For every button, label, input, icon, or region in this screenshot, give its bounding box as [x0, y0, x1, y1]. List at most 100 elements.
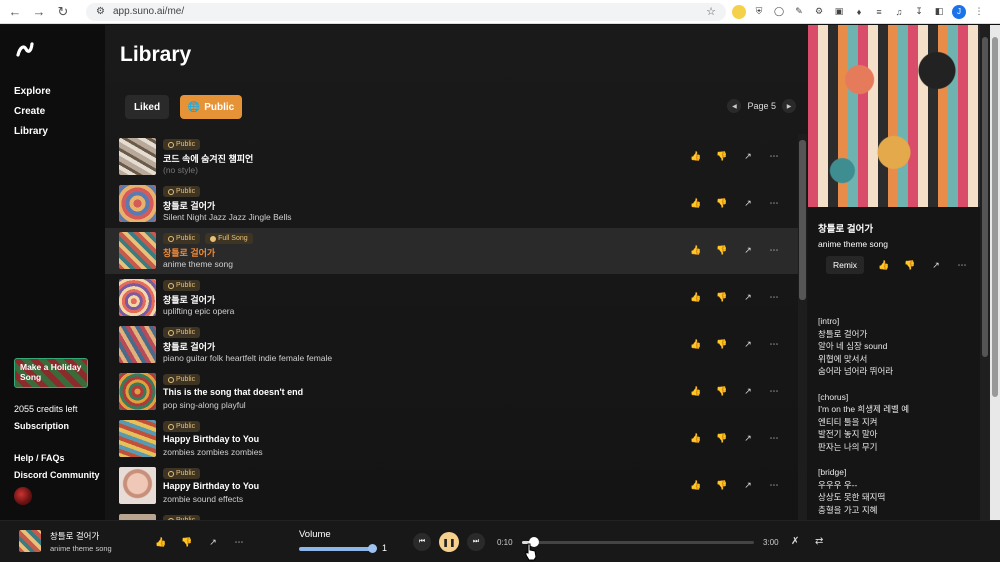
user-avatar[interactable] — [14, 487, 32, 505]
make-holiday-song-button[interactable]: Make a Holiday Song — [14, 358, 88, 388]
pause-button[interactable]: ❚❚ — [439, 532, 459, 552]
like-icon[interactable]: 👍 — [690, 150, 702, 162]
share-icon[interactable]: ↗ — [742, 385, 754, 397]
forward-icon[interactable]: → — [30, 3, 48, 21]
song-title[interactable]: Happy Birthday to You — [163, 434, 259, 444]
extension-yellow-icon[interactable] — [732, 4, 746, 19]
song-thumbnail[interactable] — [119, 232, 156, 269]
more-options-icon[interactable]: ⋯ — [768, 197, 780, 209]
more-options-icon[interactable]: ⋯ — [956, 259, 968, 271]
song-title[interactable]: 창틀로 걸어가 — [163, 246, 215, 259]
dislike-icon[interactable]: 👎 — [904, 259, 916, 271]
media-icon[interactable]: ♫ — [892, 5, 906, 19]
sidebar-item-library[interactable]: Library — [14, 126, 91, 137]
more-options-icon[interactable]: ⋯ — [768, 244, 780, 256]
song-title[interactable]: 창틀로 걸어가 — [163, 293, 215, 306]
song-row[interactable]: Public Happy Birthday to You zombies zom… — [105, 416, 798, 462]
dislike-icon[interactable]: 👎 — [716, 479, 728, 491]
song-thumbnail[interactable] — [119, 138, 156, 175]
site-info-icon[interactable]: ⚙ — [96, 6, 105, 17]
subscription-link[interactable]: Subscription — [14, 421, 69, 431]
library-scrollbar[interactable] — [798, 134, 807, 520]
like-icon[interactable]: 👍 — [690, 197, 702, 209]
dislike-icon[interactable]: 👎 — [716, 244, 728, 256]
progress-slider[interactable] — [522, 541, 754, 544]
suno-logo-icon[interactable] — [14, 39, 36, 61]
help-faqs-link[interactable]: Help / FAQs — [14, 453, 65, 463]
like-icon[interactable]: 👍 — [690, 385, 702, 397]
next-page-icon[interactable]: ▶ — [782, 99, 796, 113]
discord-community-link[interactable]: Discord Community — [14, 470, 100, 480]
reload-icon[interactable]: ↻ — [54, 3, 72, 21]
share-icon[interactable]: ↗ — [742, 150, 754, 162]
dislike-icon[interactable]: 👎 — [181, 536, 193, 548]
song-thumbnail[interactable] — [119, 420, 156, 457]
song-row-selected[interactable]: Public Full Song 창틀로 걸어가 anime theme son… — [105, 228, 798, 274]
dislike-icon[interactable]: 👎 — [716, 385, 728, 397]
share-icon[interactable]: ↗ — [742, 338, 754, 350]
download-icon[interactable]: ↧ — [912, 5, 926, 19]
back-icon[interactable]: ← — [6, 3, 24, 21]
profile-avatar[interactable]: J — [952, 4, 966, 19]
panel-scrollbar[interactable] — [980, 25, 990, 520]
share-icon[interactable]: ↗ — [742, 432, 754, 444]
extension-gear-icon[interactable]: ⚙ — [812, 5, 826, 19]
repeat-icon[interactable]: ⇄ — [815, 536, 823, 547]
song-title[interactable]: 창틀로 걸어가 — [163, 340, 215, 353]
share-icon[interactable]: ↗ — [742, 197, 754, 209]
volume-slider[interactable] — [299, 547, 374, 551]
song-thumbnail[interactable] — [119, 185, 156, 222]
volume-slider-handle[interactable] — [368, 544, 377, 553]
song-thumbnail[interactable] — [119, 373, 156, 410]
song-row[interactable]: Public — [105, 510, 798, 520]
browser-menu-icon[interactable]: ⋮ — [972, 5, 986, 19]
like-icon[interactable]: 👍 — [690, 291, 702, 303]
like-icon[interactable]: 👍 — [690, 244, 702, 256]
share-icon[interactable]: ↗ — [742, 291, 754, 303]
extension-dropper-icon[interactable]: ✎ — [792, 5, 806, 19]
more-options-icon[interactable]: ⋯ — [768, 150, 780, 162]
song-title[interactable]: 코드 속에 숨겨진 챔피언 — [163, 152, 253, 165]
tab-liked[interactable]: Liked — [125, 95, 169, 119]
share-icon[interactable]: ↗ — [930, 259, 942, 271]
sidebar-item-create[interactable]: Create — [14, 106, 91, 117]
song-title[interactable]: 창틀로 걸어가 — [163, 199, 215, 212]
extension-circle-icon[interactable]: ◯ — [772, 5, 786, 19]
extension-shield-icon[interactable]: ⛨ — [752, 5, 766, 19]
dislike-icon[interactable]: 👎 — [716, 150, 728, 162]
reading-list-icon[interactable]: ≡ — [872, 5, 886, 19]
next-track-icon[interactable]: ⏭ — [467, 533, 485, 551]
dislike-icon[interactable]: 👎 — [716, 432, 728, 444]
like-icon[interactable]: 👍 — [690, 338, 702, 350]
share-icon[interactable]: ↗ — [742, 479, 754, 491]
sidebar-item-explore[interactable]: Explore — [14, 86, 91, 97]
tab-public[interactable]: 🌐 Public — [180, 95, 242, 119]
like-icon[interactable]: 👍 — [878, 259, 890, 271]
more-options-icon[interactable]: ⋯ — [768, 385, 780, 397]
song-row[interactable]: Public 창틀로 걸어가 piano guitar folk heartfe… — [105, 322, 798, 368]
more-options-icon[interactable]: ⋯ — [233, 536, 245, 548]
previous-track-icon[interactable]: ⏮ — [413, 533, 431, 551]
previous-page-icon[interactable]: ◀ — [727, 99, 742, 113]
song-thumbnail[interactable] — [119, 326, 156, 363]
remix-button[interactable]: Remix — [826, 256, 864, 274]
side-panel-icon[interactable]: ◧ — [932, 5, 946, 19]
song-row[interactable]: Public This is the song that doesn't end… — [105, 369, 798, 415]
dislike-icon[interactable]: 👎 — [716, 291, 728, 303]
more-options-icon[interactable]: ⋯ — [768, 432, 780, 444]
song-title[interactable]: This is the song that doesn't end — [163, 387, 303, 397]
player-song-title[interactable]: 창틀로 걸어가 — [50, 530, 99, 542]
extensions-puzzle-icon[interactable]: ♦ — [852, 5, 866, 19]
song-row[interactable]: Public 창틀로 걸어가 uplifting epic opera 👍 👎 … — [105, 275, 798, 321]
song-thumbnail[interactable] — [119, 467, 156, 504]
shuffle-icon[interactable]: ✗ — [791, 536, 799, 547]
song-row[interactable]: Public Happy Birthday to You zombie soun… — [105, 463, 798, 509]
bookmark-star-icon[interactable]: ☆ — [706, 5, 716, 18]
more-options-icon[interactable]: ⋯ — [768, 338, 780, 350]
extension-image-icon[interactable]: ▣ — [832, 5, 846, 19]
more-options-icon[interactable]: ⋯ — [768, 291, 780, 303]
share-icon[interactable]: ↗ — [742, 244, 754, 256]
song-title[interactable]: Happy Birthday to You — [163, 481, 259, 491]
like-icon[interactable]: 👍 — [690, 432, 702, 444]
address-bar[interactable]: ⚙ app.suno.ai/me/ ☆ — [86, 2, 726, 21]
